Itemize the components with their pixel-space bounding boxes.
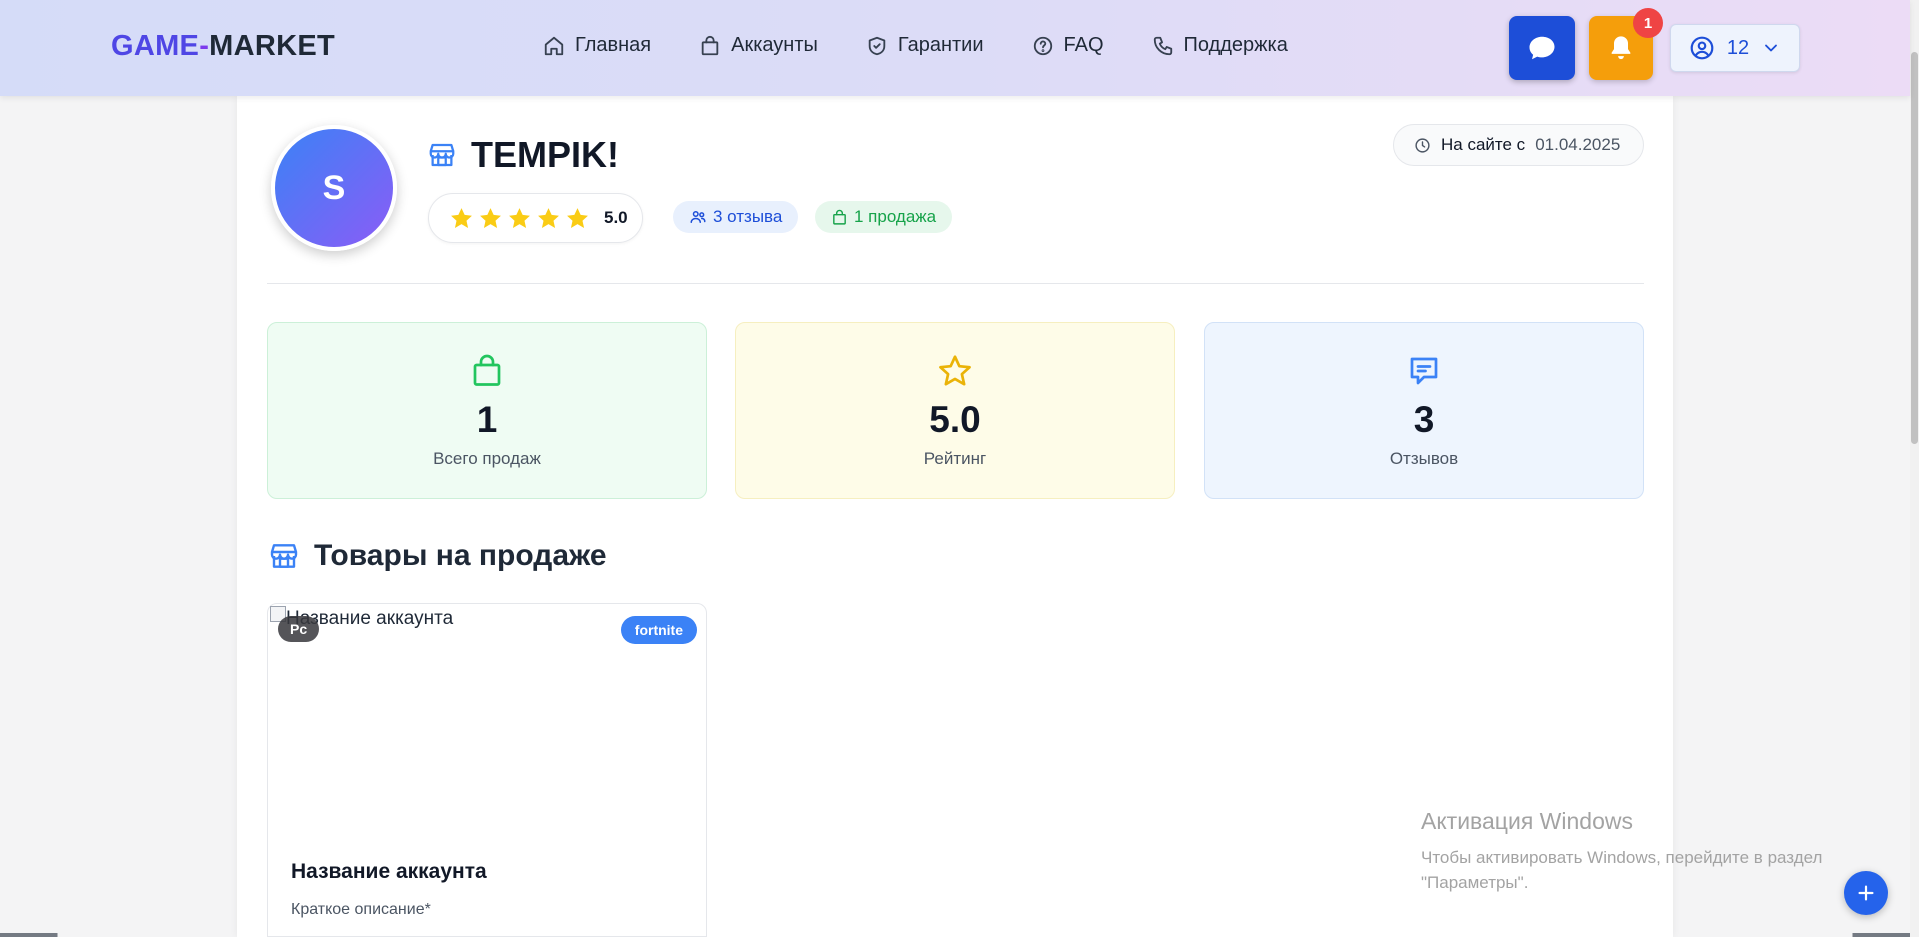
store-icon: [429, 143, 455, 167]
windows-activation-watermark: Активация Windows Чтобы активировать Win…: [1421, 808, 1891, 895]
stat-rating-value: 5.0: [929, 399, 981, 440]
rating-value: 5.0: [604, 208, 628, 227]
stat-reviews-value: 3: [1413, 399, 1435, 440]
seller-name: TEMPIK!: [471, 134, 619, 175]
rating-stars: 5.0: [428, 193, 643, 243]
product-name[interactable]: Название аккаунта: [291, 860, 487, 884]
nav-accounts-label: Аккаунты: [731, 34, 818, 56]
logo-part-market: MARKET: [209, 30, 336, 62]
clock-icon: [1415, 137, 1430, 153]
nav-home-label: Главная: [575, 34, 652, 56]
products-section-title: Товары на продаже: [268, 539, 607, 573]
star-icon: [480, 207, 501, 228]
game-badge: fortnite: [620, 616, 697, 644]
sales-chip-label: 1 продажа: [854, 207, 937, 226]
stat-total-sales-value: 1: [476, 399, 498, 440]
nav-guarantees-label: Гарантии: [897, 34, 984, 56]
bell-icon: [1611, 36, 1631, 60]
shopping-bag-icon: [833, 209, 846, 225]
main-nav: Главная Аккаунты Гарантии FAQ Поддержка: [543, 34, 1336, 57]
chat-button[interactable]: [1509, 16, 1575, 80]
plus-icon: [1858, 885, 1874, 901]
member-since-date: 01.04.2025: [1535, 135, 1621, 154]
nav-faq-label: FAQ: [1063, 34, 1104, 56]
avatar-letter: S: [322, 168, 346, 207]
add-button[interactable]: [1844, 871, 1888, 915]
store-icon: [270, 544, 298, 568]
message-icon: [1410, 357, 1438, 385]
logo-dash: -: [199, 30, 210, 62]
site-logo[interactable]: GAME-MARKET: [111, 30, 335, 63]
platform-badge: Pc: [278, 616, 320, 642]
seller-avatar: S: [271, 125, 397, 251]
help-circle-icon: [1033, 36, 1052, 55]
user-label: 12: [1726, 36, 1750, 59]
seller-title: TEMPIK!: [427, 134, 619, 176]
products-section-title-text: Товары на продаже: [314, 539, 607, 572]
star-icon: [939, 355, 971, 386]
nav-guarantees[interactable]: Гарантии: [866, 34, 984, 57]
stat-reviews: 3 Отзывов: [1204, 322, 1644, 499]
notifications-button[interactable]: 1: [1589, 8, 1663, 80]
profile-divider: [267, 283, 1644, 284]
shopping-bag-icon: [701, 35, 719, 55]
star-icon: [509, 207, 530, 228]
home-icon: [544, 36, 564, 55]
notification-badge: 1: [1633, 8, 1663, 38]
shield-check-icon: [868, 36, 886, 55]
product-card[interactable]: Название аккаунта Pc fortnite Название а…: [267, 603, 707, 937]
nav-home[interactable]: Главная: [543, 34, 651, 57]
nav-support-label: Поддержка: [1183, 34, 1288, 56]
stat-rating: 5.0 Рейтинг: [735, 322, 1175, 499]
stat-reviews-label: Отзывов: [1389, 449, 1459, 468]
star-icon: [538, 207, 559, 228]
nav-faq[interactable]: FAQ: [1032, 34, 1104, 57]
stat-total-sales-label: Всего продаж: [433, 449, 541, 468]
shopping-bag-icon: [473, 354, 501, 386]
scrollbar-thumb[interactable]: [1911, 52, 1918, 444]
sales-chip: 1 продажа: [815, 201, 953, 233]
user-circle-icon: [1690, 36, 1714, 60]
product-description: Краткое описание*: [291, 901, 431, 918]
top-navbar: GAME-MARKET Главная Аккаунты Гарантии FA…: [0, 0, 1910, 96]
reviews-chip-label: 3 отзыва: [713, 207, 783, 226]
user-menu-button[interactable]: 12: [1670, 24, 1800, 72]
reviews-chip[interactable]: 3 отзыва: [673, 201, 799, 233]
users-icon: [690, 211, 706, 223]
watermark-subtitle: Чтобы активировать Windows, перейдите в …: [1421, 848, 1823, 892]
nav-accounts[interactable]: Аккаунты: [699, 34, 818, 57]
chat-bubble-icon: [1529, 36, 1555, 60]
stat-rating-label: Рейтинг: [923, 449, 987, 468]
member-since: На сайте с 01.04.2025: [1393, 124, 1644, 166]
logo-part-game: GAME: [111, 30, 200, 62]
watermark-title: Активация Windows: [1421, 808, 1633, 834]
member-since-label: На сайте с: [1441, 135, 1526, 154]
taskbar-edge: [0, 933, 1910, 937]
star-icon: [451, 207, 472, 228]
stat-total-sales: 1 Всего продаж: [267, 322, 707, 499]
chevron-down-icon: [1765, 44, 1778, 52]
phone-icon: [1153, 36, 1172, 55]
nav-support[interactable]: Поддержка: [1152, 34, 1288, 57]
star-icon: [567, 207, 588, 228]
